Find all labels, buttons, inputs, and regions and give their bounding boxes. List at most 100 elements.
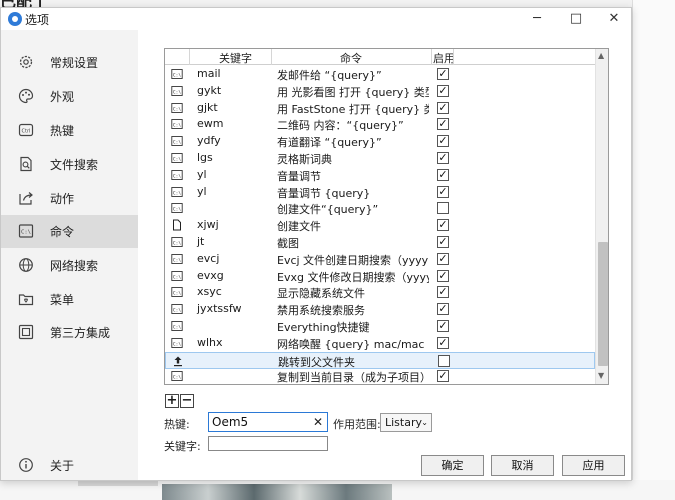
svg-text:C:\: C:\ [173, 190, 181, 196]
clear-hotkey-icon[interactable]: ✕ [312, 416, 324, 428]
command-row-icon: C:\ [171, 303, 183, 315]
enabled-checkbox[interactable]: ✓ [437, 135, 449, 148]
column-header-command[interactable]: 命令 [340, 50, 362, 66]
sidebar-item-menu[interactable]: 菜单 [1, 283, 138, 316]
sidebar-item-label: 网络搜索 [50, 259, 99, 273]
keyword-input[interactable] [208, 436, 328, 451]
enabled-checkbox[interactable] [437, 202, 449, 215]
table-row[interactable]: C:\ evxg Evxg 文件修改日期搜索（yyyymmdd ✓ [165, 268, 595, 285]
table-row[interactable]: C:\ Everything快捷键 ✓ [165, 318, 595, 335]
table-row[interactable]: C:\ gykt 用 光影看图 打开 {query} 类型文件 ✓ [165, 83, 595, 100]
table-row[interactable]: C:\ yl 音量调节 ✓ [165, 167, 595, 184]
table-row[interactable]: C:\ jt 截图 ✓ [165, 234, 595, 251]
enabled-checkbox[interactable]: ✓ [437, 219, 449, 232]
hotkey-input[interactable]: Oem5 [208, 412, 328, 432]
sidebar-item-label: 第三方集成 [50, 326, 111, 340]
cell-keyword: lgs [197, 151, 213, 164]
command-row-icon: C:\ [171, 102, 183, 114]
enabled-checkbox[interactable]: ✓ [437, 152, 449, 164]
background-window-edge [632, 0, 675, 500]
enabled-checkbox[interactable] [438, 354, 450, 367]
svg-text:C:\: C:\ [173, 73, 181, 79]
apply-button[interactable]: 应用 [562, 455, 625, 476]
command-row-icon: C:\ [171, 320, 183, 332]
sidebar-item-actions[interactable]: 动作 [1, 182, 138, 215]
sidebar-item-file-search[interactable]: 文件搜索 [1, 148, 138, 181]
column-header-enabled[interactable]: 启用 [433, 50, 455, 66]
enabled-checkbox[interactable]: ✓ [437, 84, 449, 97]
chevron-down-icon: ⌄ [421, 418, 428, 427]
command-row-icon: C:\ [171, 135, 183, 147]
scroll-down-arrow[interactable]: ▼ [598, 371, 604, 380]
enabled-checkbox[interactable]: ✓ [437, 286, 449, 299]
table-row[interactable]: C:\ ewm 二维码 内容：“{query}” ✓ [165, 116, 595, 133]
scope-select[interactable]: Listary ⌄ [380, 413, 432, 432]
ok-button[interactable]: 确定 [421, 455, 484, 476]
table-row[interactable]: C:\ 复制到当前目录（成为子项目） ✓ [165, 368, 595, 384]
enabled-checkbox[interactable]: ✓ [437, 68, 449, 80]
sidebar-item-appearance[interactable]: 外观 [1, 80, 138, 113]
table-row[interactable]: C:\ jyxtssfw 禁用系统搜索服务 ✓ [165, 301, 595, 318]
enabled-checkbox[interactable]: ✓ [437, 236, 449, 248]
cell-keyword: yl [197, 184, 207, 198]
column-header-keyword[interactable]: 关键字 [219, 50, 252, 66]
enabled-checkbox[interactable]: ✓ [437, 185, 449, 198]
command-row-icon: C:\ [171, 337, 183, 349]
command-icon: C:\ [18, 224, 34, 238]
sidebar-item-general[interactable]: 常规设置 [1, 46, 138, 79]
svg-text:C:\: C:\ [173, 341, 181, 347]
enabled-checkbox[interactable]: ✓ [437, 336, 449, 349]
add-command-button[interactable]: + [165, 394, 179, 408]
sidebar-item-label: 命令 [50, 225, 75, 239]
vertical-scrollbar[interactable]: ▲ ▼ [595, 49, 608, 384]
column-separator [431, 49, 432, 65]
cell-command: Evcj 文件创建日期搜索（yyyymmdd [277, 253, 429, 267]
cancel-button[interactable]: 取消 [491, 455, 554, 476]
command-row-icon: C:\ [171, 253, 183, 265]
enabled-checkbox[interactable]: ✓ [437, 168, 449, 181]
table-row[interactable]: C:\ 创建文件“{query}” [165, 200, 595, 217]
title-bar[interactable]: 选项 ─ □ ✕ [1, 8, 631, 30]
table-row[interactable]: C:\ mail 发邮件给 “{query}” ✓ [165, 66, 595, 83]
enabled-checkbox[interactable]: ✓ [437, 320, 449, 332]
svg-text:C:\: C:\ [173, 106, 181, 112]
commands-table[interactable]: 关键字 命令 启用 C:\ mail 发邮件给 “{query}” ✓ C:\ gykt 用… [164, 48, 609, 385]
maximize-button[interactable]: □ [559, 8, 593, 30]
table-row[interactable]: xjwj 创建文件 ✓ [165, 217, 595, 234]
svg-text:C:\: C:\ [173, 123, 181, 129]
svg-text:Ctrl: Ctrl [22, 129, 31, 135]
enabled-checkbox[interactable]: ✓ [437, 370, 449, 383]
scrollbar-thumb[interactable] [598, 242, 608, 366]
table-header: 关键字 命令 启用 [165, 49, 595, 65]
remove-command-button[interactable]: − [180, 394, 194, 408]
enabled-checkbox[interactable]: ✓ [437, 101, 449, 114]
sidebar-item-commands[interactable]: C:\ 命令 [1, 215, 138, 248]
sidebar-item-about[interactable]: 关于 [1, 449, 138, 482]
svg-text:C:\: C:\ [173, 274, 181, 280]
command-row-icon: C:\ [171, 118, 183, 130]
table-row[interactable]: C:\ wlhx 网络唤醒 {query} mac/mac ip port ✓ [165, 335, 595, 352]
table-row[interactable]: C:\ lgs 灵格斯词典 ✓ [165, 150, 595, 167]
sidebar-item-integrations[interactable]: 第三方集成 [1, 316, 138, 349]
app-icon [8, 12, 22, 26]
enabled-checkbox[interactable]: ✓ [437, 252, 449, 265]
close-button[interactable]: ✕ [597, 8, 631, 30]
cell-command: 发邮件给 “{query}” [277, 69, 382, 82]
svg-text:C:\: C:\ [21, 230, 31, 236]
sidebar-item-hotkeys[interactable]: Ctrl 热键 [1, 114, 138, 147]
scroll-up-arrow[interactable]: ▲ [598, 51, 604, 60]
sidebar-item-label: 菜单 [50, 293, 75, 307]
cell-command: 跳转到父文件夹 [278, 355, 355, 369]
minimize-button[interactable]: ─ [520, 8, 554, 30]
enabled-checkbox[interactable]: ✓ [437, 118, 449, 131]
sidebar-item-web-search[interactable]: 网络搜索 [1, 249, 138, 282]
table-row[interactable]: C:\ evcj Evcj 文件创建日期搜索（yyyymmdd ✓ [165, 251, 595, 268]
enabled-checkbox[interactable]: ✓ [437, 303, 449, 316]
table-row[interactable]: C:\ gjkt 用 FastStone 打开 {query} 类型文件 ✓ [165, 100, 595, 117]
table-row[interactable]: C:\ ydfy 有道翻译 “{query}” ✓ [165, 133, 595, 150]
table-row[interactable]: C:\ xsyc 显示隐藏系统文件 ✓ [165, 284, 595, 301]
enabled-checkbox[interactable]: ✓ [437, 269, 449, 282]
table-row[interactable]: C:\ yl 音量调节 {query} ✓ [165, 184, 595, 201]
table-row[interactable]: 跳转到父文件夹 [165, 351, 595, 369]
cell-command: 用 光影看图 打开 {query} 类型文件 [277, 85, 429, 99]
